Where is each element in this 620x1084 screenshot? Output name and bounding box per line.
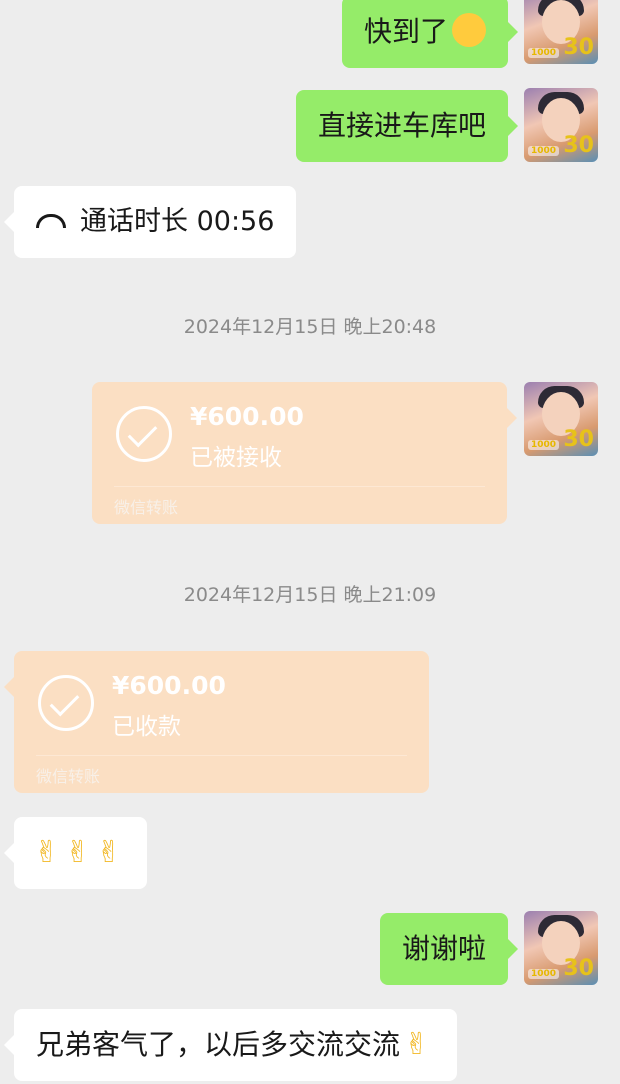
avatar-badge: 1000 <box>528 440 560 450</box>
call-duration-text: 通话时长 00:56 <box>80 206 275 237</box>
transfer-card-received[interactable]: ¥600.00 已收款 微信转账 <box>4 651 429 793</box>
avatar-badge-30: 30 <box>563 956 594 981</box>
message-bubble-received[interactable]: ✌ ✌ ✌ <box>3 817 148 889</box>
pinched-fingers-icon: ✌ <box>65 835 91 870</box>
message-bubble-sent[interactable]: 快到了 <box>341 0 519 68</box>
message-bubble-sent[interactable]: 直接进车库吧 <box>295 90 519 162</box>
message-bubble-received[interactable]: 兄弟客气了，以后多交流交流 ✌ <box>3 1009 458 1081</box>
transfer-label: 微信转账 <box>36 767 101 786</box>
timestamp: 2024年12月15日 晚上21:09 <box>183 584 437 606</box>
transfer-card-sent[interactable]: ¥600.00 已被接收 微信转账 <box>92 382 517 524</box>
pinched-fingers-icon: ✌ <box>404 1027 430 1062</box>
message-text: 快到了 <box>363 15 448 48</box>
avatar-badge-30: 30 <box>563 35 594 60</box>
transfer-divider <box>114 486 485 487</box>
pinched-fingers-icon: ✌ <box>34 835 60 870</box>
avatar-badge: 1000 <box>528 48 560 58</box>
checkmark-circle-icon <box>38 675 94 731</box>
message-text: 谢谢啦 <box>401 932 486 965</box>
call-duration-bubble[interactable]: 通话时长 00:56 <box>3 186 297 258</box>
message-bubble-sent[interactable]: 谢谢啦 <box>379 913 519 985</box>
transfer-amount: ¥600.00 <box>190 402 304 431</box>
pinched-fingers-icon: ✌ <box>96 835 122 870</box>
thinking-face-emoji-icon <box>452 13 486 47</box>
transfer-status: 已被接收 <box>190 445 282 471</box>
avatar-badge-30: 30 <box>563 427 594 452</box>
checkmark-circle-icon <box>116 406 172 462</box>
avatar-badge: 1000 <box>528 969 560 979</box>
message-text: 直接进车库吧 <box>317 109 486 142</box>
avatar-self[interactable]: 1000 30 <box>524 911 598 985</box>
transfer-status: 已收款 <box>112 714 181 740</box>
phone-hangup-icon <box>36 213 66 228</box>
avatar-badge-30: 30 <box>563 133 594 158</box>
timestamp: 2024年12月15日 晚上20:48 <box>183 316 437 338</box>
avatar-self[interactable]: 1000 30 <box>524 382 598 456</box>
avatar-self[interactable]: 1000 30 <box>524 0 598 64</box>
avatar-self[interactable]: 1000 30 <box>524 88 598 162</box>
transfer-amount: ¥600.00 <box>112 671 226 700</box>
avatar-badge: 1000 <box>528 146 560 156</box>
message-text: 兄弟客气了，以后多交流交流 <box>36 1028 401 1061</box>
transfer-label: 微信转账 <box>114 498 179 517</box>
transfer-divider <box>36 755 407 756</box>
